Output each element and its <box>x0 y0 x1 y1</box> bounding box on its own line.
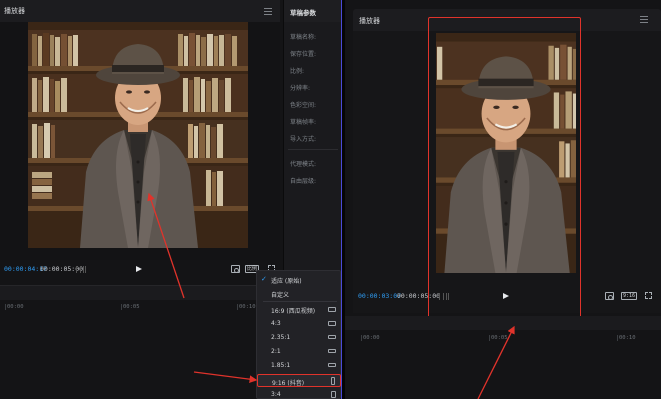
player-controls: 00:00:04:17 00:00:05:00 比例 <box>0 260 280 278</box>
param-label: 色彩空间: <box>290 102 317 109</box>
param-label: 保存位置: <box>290 51 317 58</box>
param-label: 自由层级: <box>290 178 317 185</box>
timeline-tick-label: 00:00 <box>363 335 380 341</box>
player-title: 播放器 <box>4 7 25 15</box>
param-label: 分辨率: <box>290 85 311 92</box>
wide-ratio-icon <box>328 335 336 339</box>
timecode-current: 00:00:03:07 <box>358 292 402 300</box>
highlight-box <box>428 17 581 318</box>
param-label: 比例: <box>290 68 305 75</box>
menu-icon[interactable] <box>264 8 272 15</box>
play-icon[interactable] <box>136 266 142 272</box>
wide-ratio-icon <box>328 321 336 326</box>
ratio-option[interactable]: 2:1 <box>257 345 341 358</box>
ratio-option[interactable]: 1.85:1 <box>257 359 341 372</box>
checkmark-icon: ✓ <box>261 275 267 283</box>
aspect-ratio-button[interactable]: 9:16 <box>621 292 638 300</box>
draft-params-title: 草稿参数 <box>290 9 316 17</box>
tall-ratio-icon <box>331 391 336 398</box>
crop-icon[interactable] <box>231 265 240 273</box>
param-label: 导入方式: <box>290 136 317 143</box>
menu-icon[interactable] <box>640 16 648 23</box>
crop-icon[interactable] <box>605 292 614 300</box>
ratio-option[interactable]: ✓ 适应 (原始) <box>257 273 341 286</box>
param-label: 草稿名称: <box>290 34 317 41</box>
grid-icon[interactable] <box>76 266 86 273</box>
right-editor-window: 播放器 00:00:03:07 00:00:05:00 9:16 00:00 0… <box>345 0 661 399</box>
aspect-ratio-menu: ✓ 适应 (原始) 自定义 16:9 (西瓜视频) 4:3 2.35:1 2:1… <box>256 270 341 399</box>
ratio-option[interactable]: 自定义 <box>257 287 341 300</box>
timeline-toolbar <box>345 316 661 330</box>
ratio-option[interactable]: 3:4 <box>257 388 341 399</box>
timeline-tick-label: 00:00 <box>7 304 24 310</box>
param-label: 代理模式: <box>290 161 317 168</box>
timeline-area[interactable]: 00:00 00:05 00:10 <box>345 330 661 399</box>
player-header: 播放器 <box>0 0 280 22</box>
player-preview <box>0 22 280 260</box>
ratio-option[interactable]: 4:3 <box>257 317 341 330</box>
player-title: 播放器 <box>359 17 380 25</box>
wide-ratio-icon <box>328 349 336 353</box>
ratio-option[interactable]: 2.35:1 <box>257 331 341 344</box>
param-label: 草稿帧率: <box>290 119 317 126</box>
timeline-tick-label: 00:05 <box>491 335 508 341</box>
fullscreen-icon[interactable] <box>645 292 652 299</box>
portrait-illustration <box>28 22 248 248</box>
left-editor-window: 播放器 00:00:04:17 00:00:05:00 比例 草稿参数 草稿名称… <box>0 0 341 399</box>
timeline-tick-label: 00:10 <box>619 335 636 341</box>
wide-ratio-icon <box>328 363 336 367</box>
wide-ratio-icon <box>328 307 336 312</box>
video-frame-image <box>28 22 248 248</box>
draft-params-header: 草稿参数 <box>284 0 341 22</box>
timeline-tick-label: 00:05 <box>123 304 140 310</box>
tall-ratio-icon <box>331 377 335 385</box>
timeline-tick-label: 00:10 <box>239 304 256 310</box>
draft-params-panel: 草稿参数 草稿名称: 保存位置: 比例: 分辨率: 色彩空间: 草稿帧率: 导入… <box>283 0 341 285</box>
ratio-option[interactable]: 16:9 (西瓜视频) <box>257 303 341 316</box>
ratio-option-highlighted[interactable]: 9:16 (抖音) <box>257 374 341 387</box>
